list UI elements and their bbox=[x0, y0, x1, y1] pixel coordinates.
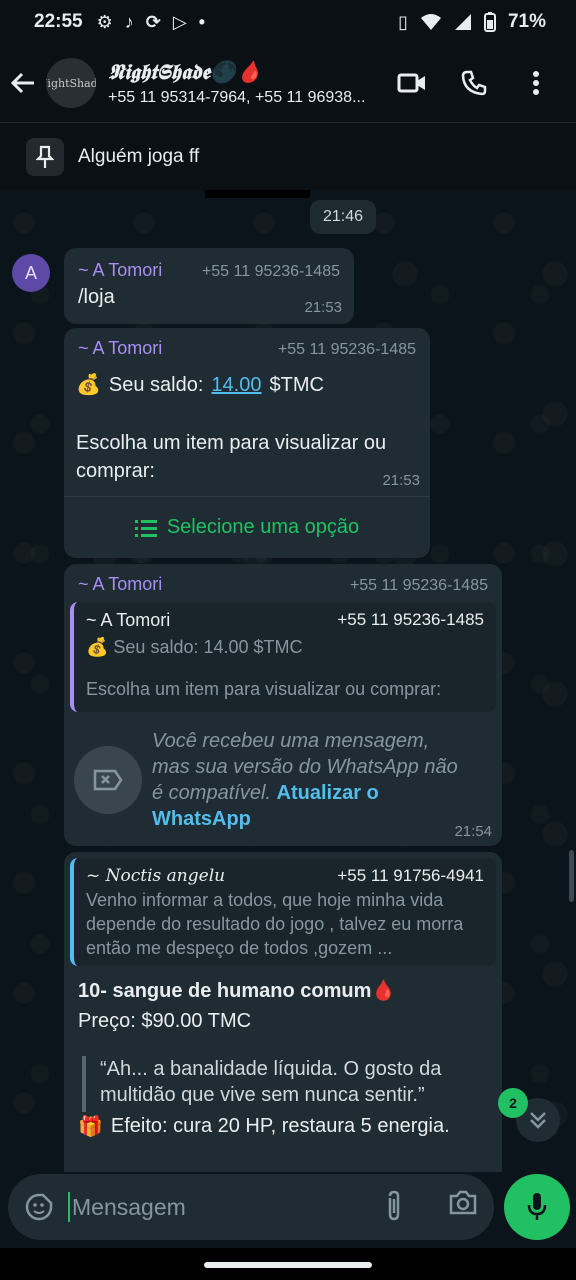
effect-text: Efeito: cura 20 HP, restaura 5 energia. bbox=[110, 1115, 450, 1137]
quote-phone: +55 11 95236-1485 bbox=[337, 610, 484, 629]
group-avatar-text: NightShade bbox=[46, 76, 96, 90]
quote-body: Venho informar a todos, que hoje minha v… bbox=[86, 890, 464, 958]
message-time: 21:53 bbox=[382, 472, 420, 489]
camera-icon bbox=[449, 1190, 477, 1215]
paperclip-icon bbox=[388, 1190, 400, 1221]
quote-line: Escolha um item para visualizar ou compr… bbox=[86, 679, 442, 699]
battery-icon bbox=[483, 12, 496, 32]
sender-name[interactable]: ~ A Tomori bbox=[78, 260, 162, 281]
sender-avatar[interactable]: A bbox=[12, 254, 50, 292]
tiktok-icon: ♪ bbox=[124, 12, 134, 32]
sticker-button[interactable] bbox=[22, 1190, 56, 1224]
signal-icon bbox=[454, 14, 471, 30]
microphone-icon bbox=[527, 1193, 547, 1220]
pinned-message-bar[interactable]: Alguém joga ff bbox=[0, 122, 576, 190]
media-strip bbox=[205, 190, 310, 198]
sender-name[interactable]: ~ A Tomori bbox=[78, 338, 162, 359]
message-time: 21:53 bbox=[304, 299, 342, 316]
group-avatar[interactable]: NightShade bbox=[46, 58, 96, 108]
message-bubble[interactable]: ~ Noctis angelu +55 11 91756-4941 Venho … bbox=[64, 852, 502, 1172]
select-option-label: Selecione uma opção bbox=[166, 516, 360, 538]
sender-name[interactable]: ~ A Tomori bbox=[78, 574, 162, 595]
quote-sender: ~ Noctis angelu bbox=[86, 866, 226, 886]
money-bag-icon: 💰 bbox=[76, 374, 101, 396]
balance-label: Seu saldo: bbox=[108, 374, 204, 396]
wifi-icon bbox=[420, 14, 441, 30]
timestamp-chip: 21:46 bbox=[310, 200, 376, 234]
sticker-icon bbox=[25, 1193, 53, 1221]
message-bubble[interactable]: ~ A Tomori +55 11 95236-1485 /loja 21:53 bbox=[64, 248, 354, 324]
vibrate-icon: ▯ bbox=[398, 12, 408, 32]
group-title: 𝕹𝖎𝖌𝖍𝖙𝕾𝖍𝖆𝖉𝖊🌑🩸 bbox=[108, 59, 263, 84]
arrow-left-icon bbox=[10, 72, 34, 94]
system-nav-bar bbox=[0, 1248, 576, 1280]
home-indicator[interactable] bbox=[204, 1262, 372, 1268]
pin-icon bbox=[26, 137, 64, 176]
unsupported-message-text: Você recebeu uma mensagem, mas sua versã… bbox=[152, 728, 472, 832]
gift-icon: 🎁 bbox=[78, 1116, 103, 1138]
quoted-message[interactable]: ~ Noctis angelu +55 11 91756-4941 Venho … bbox=[70, 858, 496, 966]
camera-button[interactable] bbox=[448, 1190, 478, 1221]
status-bar: 22:55 ⚙ ♪ ⟳ ▷ • ▯ 71% bbox=[0, 0, 576, 44]
quoted-message[interactable]: ~ A Tomori +55 11 95236-1485 💰 Seu saldo… bbox=[70, 602, 496, 712]
item-effect: 🎁 Efeito: cura 20 HP, restaura 5 energia… bbox=[78, 1114, 450, 1139]
unsupported-message-icon bbox=[74, 746, 142, 814]
blockquote-bar bbox=[82, 1056, 86, 1112]
chat-header: NightShade 𝕹𝖎𝖌𝖍𝖙𝕾𝖍𝖆𝖉𝖊🌑🩸 +55 11 95314-796… bbox=[0, 44, 576, 122]
message-bubble[interactable]: ~ A Tomori +55 11 95236-1485 💰 Seu saldo… bbox=[64, 328, 430, 558]
item-title: 10- sangue de humano comum🩸 bbox=[78, 980, 397, 1002]
more-vertical-icon bbox=[533, 71, 539, 95]
sender-phone: +55 11 95236-1485 bbox=[201, 263, 340, 280]
sender-phone: +55 11 95236-1485 bbox=[349, 577, 488, 594]
composer: Mensagem bbox=[0, 1172, 576, 1248]
message-input-container[interactable]: Mensagem bbox=[8, 1174, 494, 1240]
balance-value-link[interactable]: 14.00 bbox=[211, 371, 261, 399]
message-bubble[interactable]: ~ A Tomori +55 11 95236-1485 ~ A Tomori … bbox=[64, 564, 502, 846]
scrollbar[interactable] bbox=[569, 850, 574, 902]
play-store-icon: ▷ bbox=[172, 12, 187, 32]
back-button[interactable] bbox=[0, 60, 46, 106]
quote-line: 💰 Seu saldo: 14.00 $TMC bbox=[86, 637, 303, 657]
quote-phone: +55 11 91756-4941 bbox=[337, 866, 484, 885]
item-quote: “Ah... a banalidade líquida. O gosto da … bbox=[100, 1058, 442, 1106]
menu-button[interactable] bbox=[518, 65, 554, 101]
message-text: Escolha um item para visualizar ou compr… bbox=[76, 432, 387, 482]
voice-call-button[interactable] bbox=[456, 65, 492, 101]
quote-sender: ~ A Tomori bbox=[86, 610, 171, 630]
chat-area[interactable]: 21:46 A ~ A Tomori +55 11 95236-1485 /lo… bbox=[0, 190, 576, 1172]
balance-line: 💰 Seu saldo: 14.00 $TMC bbox=[64, 371, 430, 399]
voice-message-button[interactable] bbox=[504, 1174, 570, 1240]
status-time: 22:55 bbox=[34, 11, 83, 32]
group-participants: +55 11 95314-7964, +55 11 96938... bbox=[108, 89, 366, 106]
list-icon bbox=[134, 519, 157, 537]
sync-icon: ⟳ bbox=[145, 12, 161, 32]
group-info[interactable]: 𝕹𝖎𝖌𝖍𝖙𝕾𝖍𝖆𝖉𝖊🌑🩸 +55 11 95314-7964, +55 11 9… bbox=[108, 59, 388, 107]
video-call-button[interactable] bbox=[394, 65, 430, 101]
avatar-letter: A bbox=[24, 262, 37, 283]
video-camera-icon bbox=[397, 73, 425, 93]
balance-currency: $TMC bbox=[269, 374, 324, 396]
double-chevron-down-icon bbox=[530, 1112, 546, 1129]
attach-button[interactable] bbox=[384, 1190, 404, 1227]
select-option-button[interactable]: Selecione uma opção bbox=[64, 496, 430, 558]
settings-icon: ⚙ bbox=[96, 12, 113, 32]
battery-level: 71% bbox=[507, 11, 546, 32]
dot-icon: • bbox=[198, 12, 205, 32]
sender-phone: +55 11 95236-1485 bbox=[277, 341, 416, 358]
message-time: 21:54 bbox=[454, 823, 492, 840]
message-input[interactable]: Mensagem bbox=[68, 1192, 358, 1222]
item-price: Preço: $90.00 TMC bbox=[78, 1010, 252, 1032]
phone-icon bbox=[461, 70, 487, 96]
pinned-text: Alguém joga ff bbox=[78, 145, 200, 167]
unread-count-badge: 2 bbox=[498, 1088, 528, 1118]
